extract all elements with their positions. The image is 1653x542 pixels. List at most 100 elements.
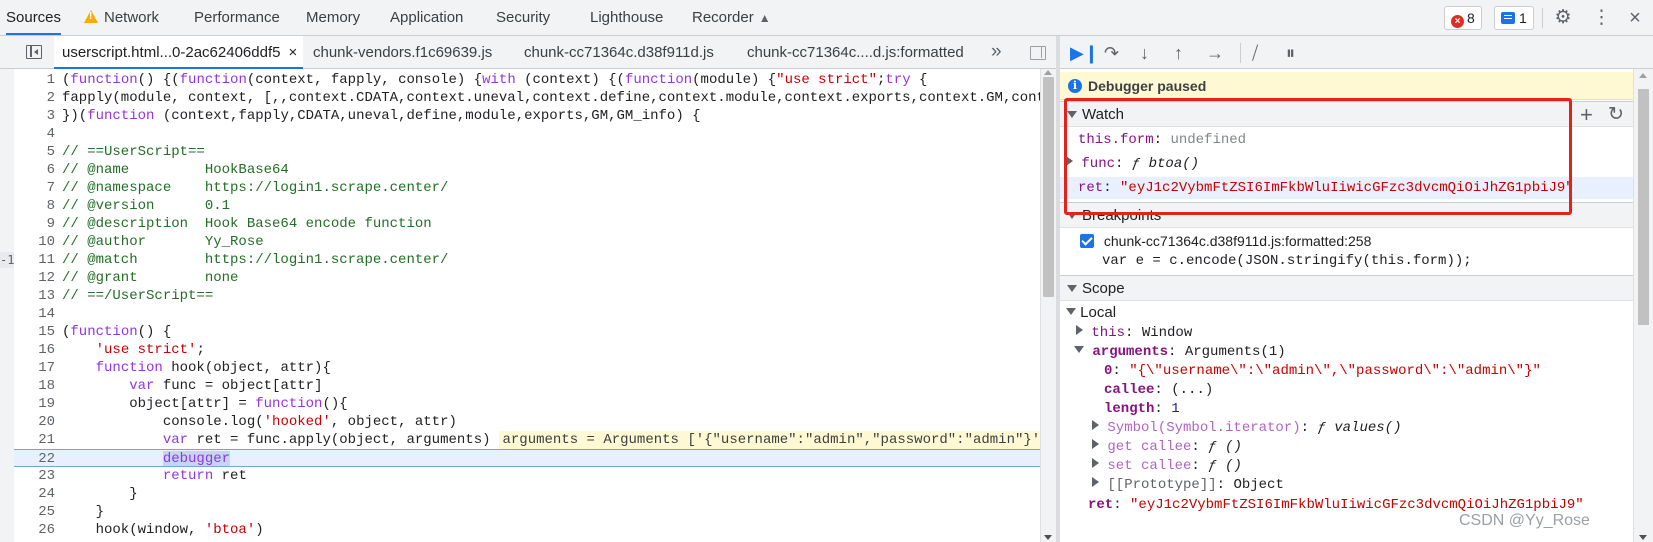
scope-item[interactable]: callee: (...) xyxy=(1060,381,1633,400)
code-line[interactable]: 3})(function (context,fapply,CDATA,uneva… xyxy=(14,107,1040,125)
code-line[interactable]: 26 hook(window, 'btoa') xyxy=(14,521,1040,539)
code-line[interactable]: 19 object[attr] = function(){ xyxy=(14,395,1040,413)
scope-item[interactable]: this: Window xyxy=(1060,324,1633,343)
code-line[interactable]: 1 (function() {(function(context, fapply,… xyxy=(14,71,1040,89)
step-over-icon[interactable]: ↷ xyxy=(1104,42,1119,64)
expand-triangle-icon[interactable] xyxy=(1074,346,1084,353)
scope-local-header[interactable]: Local xyxy=(1060,303,1633,322)
gear-icon[interactable]: ⚙ xyxy=(1553,8,1573,28)
annotation-highlight-box xyxy=(1064,98,1572,215)
scroll-up-icon[interactable] xyxy=(1044,70,1052,75)
error-count: 8 xyxy=(1467,10,1475,26)
code-line[interactable]: 8// @version 0.1 xyxy=(14,197,1040,215)
scroll-up-icon[interactable] xyxy=(1639,73,1647,78)
toggle-navigator-icon[interactable] xyxy=(26,45,42,59)
deactivate-breakpoints-icon[interactable]: ⧸ xyxy=(1252,42,1258,64)
expand-triangle-icon[interactable] xyxy=(1076,325,1083,335)
gutter-marker: -1 xyxy=(0,252,15,268)
scrollbar-thumb[interactable] xyxy=(1043,77,1054,297)
expand-triangle-icon[interactable] xyxy=(1092,458,1099,468)
tab-network[interactable]: Network xyxy=(84,0,159,36)
tab-application[interactable]: Application xyxy=(390,0,463,36)
code-line[interactable]: 20 console.log('hooked', object, attr) xyxy=(14,413,1040,431)
scope-section-header[interactable]: Scope xyxy=(1060,275,1633,301)
tab-close-icon[interactable]: × xyxy=(288,44,297,61)
expand-triangle-icon[interactable] xyxy=(1066,308,1076,315)
inline-value-preview: arguments = Arguments ['{"username":"adm… xyxy=(498,431,1040,449)
code-line[interactable]: 18 var func = object[attr] xyxy=(14,377,1040,395)
tab-label: Application xyxy=(390,9,464,26)
error-count-badge[interactable]: × 8 xyxy=(1444,6,1482,30)
code-line[interactable]: 16 'use strict'; xyxy=(14,341,1040,359)
resume-icon[interactable]: ▶❙ xyxy=(1070,42,1099,64)
scroll-down-icon[interactable] xyxy=(1639,535,1647,540)
tab-recorder[interactable]: Recorder ▲ xyxy=(692,0,771,36)
code-line[interactable]: 9// @description Hook Base64 encode func… xyxy=(14,215,1040,233)
expand-triangle-icon[interactable] xyxy=(1092,420,1099,430)
debugger-toolbar: ▶❙ ↷ ↓ ↑ → ⧸ ⏸ xyxy=(1060,36,1653,69)
scrollbar-thumb[interactable] xyxy=(1638,89,1649,325)
code-line[interactable]: 21 var ret = func.apply(object, argument… xyxy=(14,431,1040,449)
code-line[interactable]: 24 } xyxy=(14,485,1040,503)
scroll-down-icon[interactable] xyxy=(1044,535,1052,540)
code-line-current[interactable]: 22 debugger xyxy=(14,449,1040,467)
code-line[interactable]: 25 } xyxy=(14,503,1040,521)
file-tab-label: userscript.html...0-2ac62406ddf5 xyxy=(62,44,281,61)
tab-label: Security xyxy=(496,9,551,26)
message-count-badge[interactable]: 1 xyxy=(1494,6,1534,30)
scope-item[interactable]: length: 1 xyxy=(1060,400,1633,419)
tab-label: Sources xyxy=(6,9,62,26)
code-line[interactable]: 23 return ret xyxy=(14,467,1040,485)
file-tab-chunk-vendors[interactable]: chunk-vendors.f1c69639.js xyxy=(313,36,492,69)
scope-item[interactable]: arguments: Arguments(1) xyxy=(1060,343,1633,362)
toggle-debugger-icon[interactable] xyxy=(1030,46,1046,60)
code-line[interactable]: 11// @match https://login1.scrape.center… xyxy=(14,251,1040,269)
scope-item[interactable]: set callee: ƒ () xyxy=(1060,457,1633,476)
file-tab-label: chunk-cc71364c....d.js:formatted xyxy=(747,44,964,61)
more-tabs-icon[interactable]: » xyxy=(991,36,1002,69)
pause-on-exceptions-icon[interactable]: ⏸ xyxy=(1286,42,1295,64)
file-tab-chunk-cc71364c[interactable]: chunk-cc71364c.d38f911d.js xyxy=(524,36,714,69)
code-line[interactable]: 13// ==/UserScript== xyxy=(14,287,1040,305)
section-title: Scope xyxy=(1082,280,1125,297)
scope-item[interactable]: [[Prototype]]: Object xyxy=(1060,476,1633,495)
tab-sources[interactable]: Sources xyxy=(6,0,62,35)
scope-item[interactable]: 0: "{\"username\":\"admin\",\"password\"… xyxy=(1060,362,1633,381)
code-line[interactable]: 5// ==UserScript== xyxy=(14,143,1040,161)
expand-triangle-icon[interactable] xyxy=(1092,439,1099,449)
tab-label: Lighthouse xyxy=(590,9,664,26)
scope-item[interactable]: Symbol(Symbol.iterator): ƒ values() xyxy=(1060,419,1633,438)
file-tab-chunk-formatted[interactable]: chunk-cc71364c....d.js:formatted xyxy=(747,36,964,69)
code-line[interactable]: 2 fapply(module, context, [,,context.CDAT… xyxy=(14,89,1040,107)
scope-item[interactable]: get callee: ƒ () xyxy=(1060,438,1633,457)
tab-memory[interactable]: Memory xyxy=(306,0,360,36)
tab-lighthouse[interactable]: Lighthouse xyxy=(590,0,663,36)
code-line[interactable]: 10// @author Yy_Rose xyxy=(14,233,1040,251)
breakpoint-checkbox[interactable] xyxy=(1080,234,1094,248)
add-watch-icon[interactable]: + xyxy=(1580,104,1593,126)
code-line[interactable]: 12// @grant none xyxy=(14,269,1040,287)
code-line[interactable]: 17 function hook(object, attr){ xyxy=(14,359,1040,377)
devtools-panel-tabs: Sources Network Performance Memory Appli… xyxy=(0,0,1653,36)
file-tab-userscript[interactable]: userscript.html...0-2ac62406ddf5 × xyxy=(54,36,304,69)
step-out-icon[interactable]: ↑ xyxy=(1174,42,1183,64)
tab-security[interactable]: Security xyxy=(496,0,550,36)
refresh-icon[interactable]: ↻ xyxy=(1608,105,1624,125)
toolbar-divider xyxy=(1542,8,1543,28)
code-line[interactable]: 4 xyxy=(14,125,1040,143)
code-line[interactable]: 14 xyxy=(14,305,1040,323)
code-line[interactable]: 15 (function() { xyxy=(14,323,1040,341)
breakpoint-item[interactable]: chunk-cc71364c.d38f911d.js:formatted:258 xyxy=(1060,230,1633,252)
file-tab-label: chunk-vendors.f1c69639.js xyxy=(313,44,493,61)
tab-performance[interactable]: Performance xyxy=(194,0,280,36)
editor-scrollbar[interactable] xyxy=(1040,69,1056,542)
step-icon[interactable]: → xyxy=(1206,42,1224,64)
close-icon[interactable]: × xyxy=(1626,8,1644,28)
more-options-icon[interactable]: ⋮ xyxy=(1592,8,1611,28)
code-editor[interactable]: -1 1 (function() {(function(context, fapp… xyxy=(0,69,1040,542)
expand-triangle-icon[interactable] xyxy=(1092,477,1099,487)
step-into-icon[interactable]: ↓ xyxy=(1140,42,1149,64)
code-line[interactable]: 7// @namespace https://login1.scrape.cen… xyxy=(14,179,1040,197)
code-line[interactable]: 6// @name HookBase64 xyxy=(14,161,1040,179)
sidebar-scrollbar[interactable] xyxy=(1633,69,1653,542)
